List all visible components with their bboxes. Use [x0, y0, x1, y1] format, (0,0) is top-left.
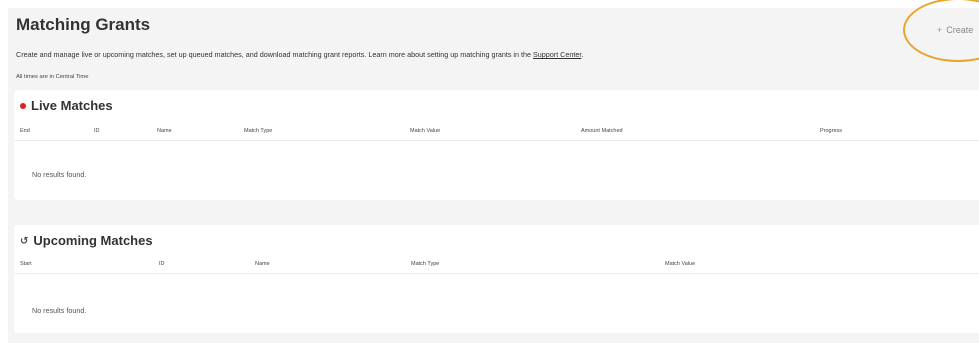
live-col-name[interactable]: Name [157, 128, 172, 134]
upcoming-matches-title: ↺ Upcoming Matches [20, 233, 153, 248]
live-col-progress[interactable]: Progress [820, 128, 842, 134]
page-title: Matching Grants [16, 15, 151, 34]
support-center-link[interactable]: Support Center [533, 50, 581, 59]
live-matches-card: Live Matches End ID Name Match Type Matc… [14, 90, 979, 200]
upcoming-matches-card: ↺ Upcoming Matches Start ID Name Match T… [14, 225, 979, 333]
upcoming-col-start[interactable]: Start [20, 261, 32, 267]
live-table-header: End ID Name Match Type Match Value Amoun… [14, 124, 979, 141]
history-icon: ↺ [20, 236, 29, 247]
live-col-end[interactable]: End [20, 128, 30, 134]
description-end: . [581, 50, 584, 59]
live-empty-state: No results found. [32, 170, 87, 179]
upcoming-matches-title-text: Upcoming Matches [33, 233, 153, 248]
upcoming-col-id[interactable]: ID [159, 261, 165, 267]
page-description: Create and manage live or upcoming match… [16, 50, 583, 59]
create-button-label: Create [946, 25, 974, 35]
live-status-dot-icon [20, 102, 26, 109]
description-text: Create and manage live or upcoming match… [16, 50, 534, 59]
upcoming-col-match-value[interactable]: Match Value [665, 261, 695, 267]
live-matches-title: Live Matches [20, 98, 113, 113]
create-button[interactable]: + Create [937, 25, 973, 35]
plus-icon: + [937, 25, 943, 35]
upcoming-col-name[interactable]: Name [255, 261, 270, 267]
live-col-match-type[interactable]: Match Type [244, 128, 272, 134]
upcoming-empty-state: No results found. [32, 306, 87, 315]
live-col-amount-matched[interactable]: Amount Matched [581, 128, 623, 134]
live-matches-title-text: Live Matches [31, 98, 113, 113]
matching-grants-page: Matching Grants + Create Create and manag… [0, 0, 979, 343]
upcoming-col-match-type[interactable]: Match Type [411, 261, 439, 267]
upcoming-table-header: Start ID Name Match Type Match Value [14, 257, 979, 274]
live-col-id[interactable]: ID [94, 128, 100, 134]
live-col-match-value[interactable]: Match Value [410, 128, 440, 134]
timezone-note: All times are in Central Time [16, 74, 89, 80]
